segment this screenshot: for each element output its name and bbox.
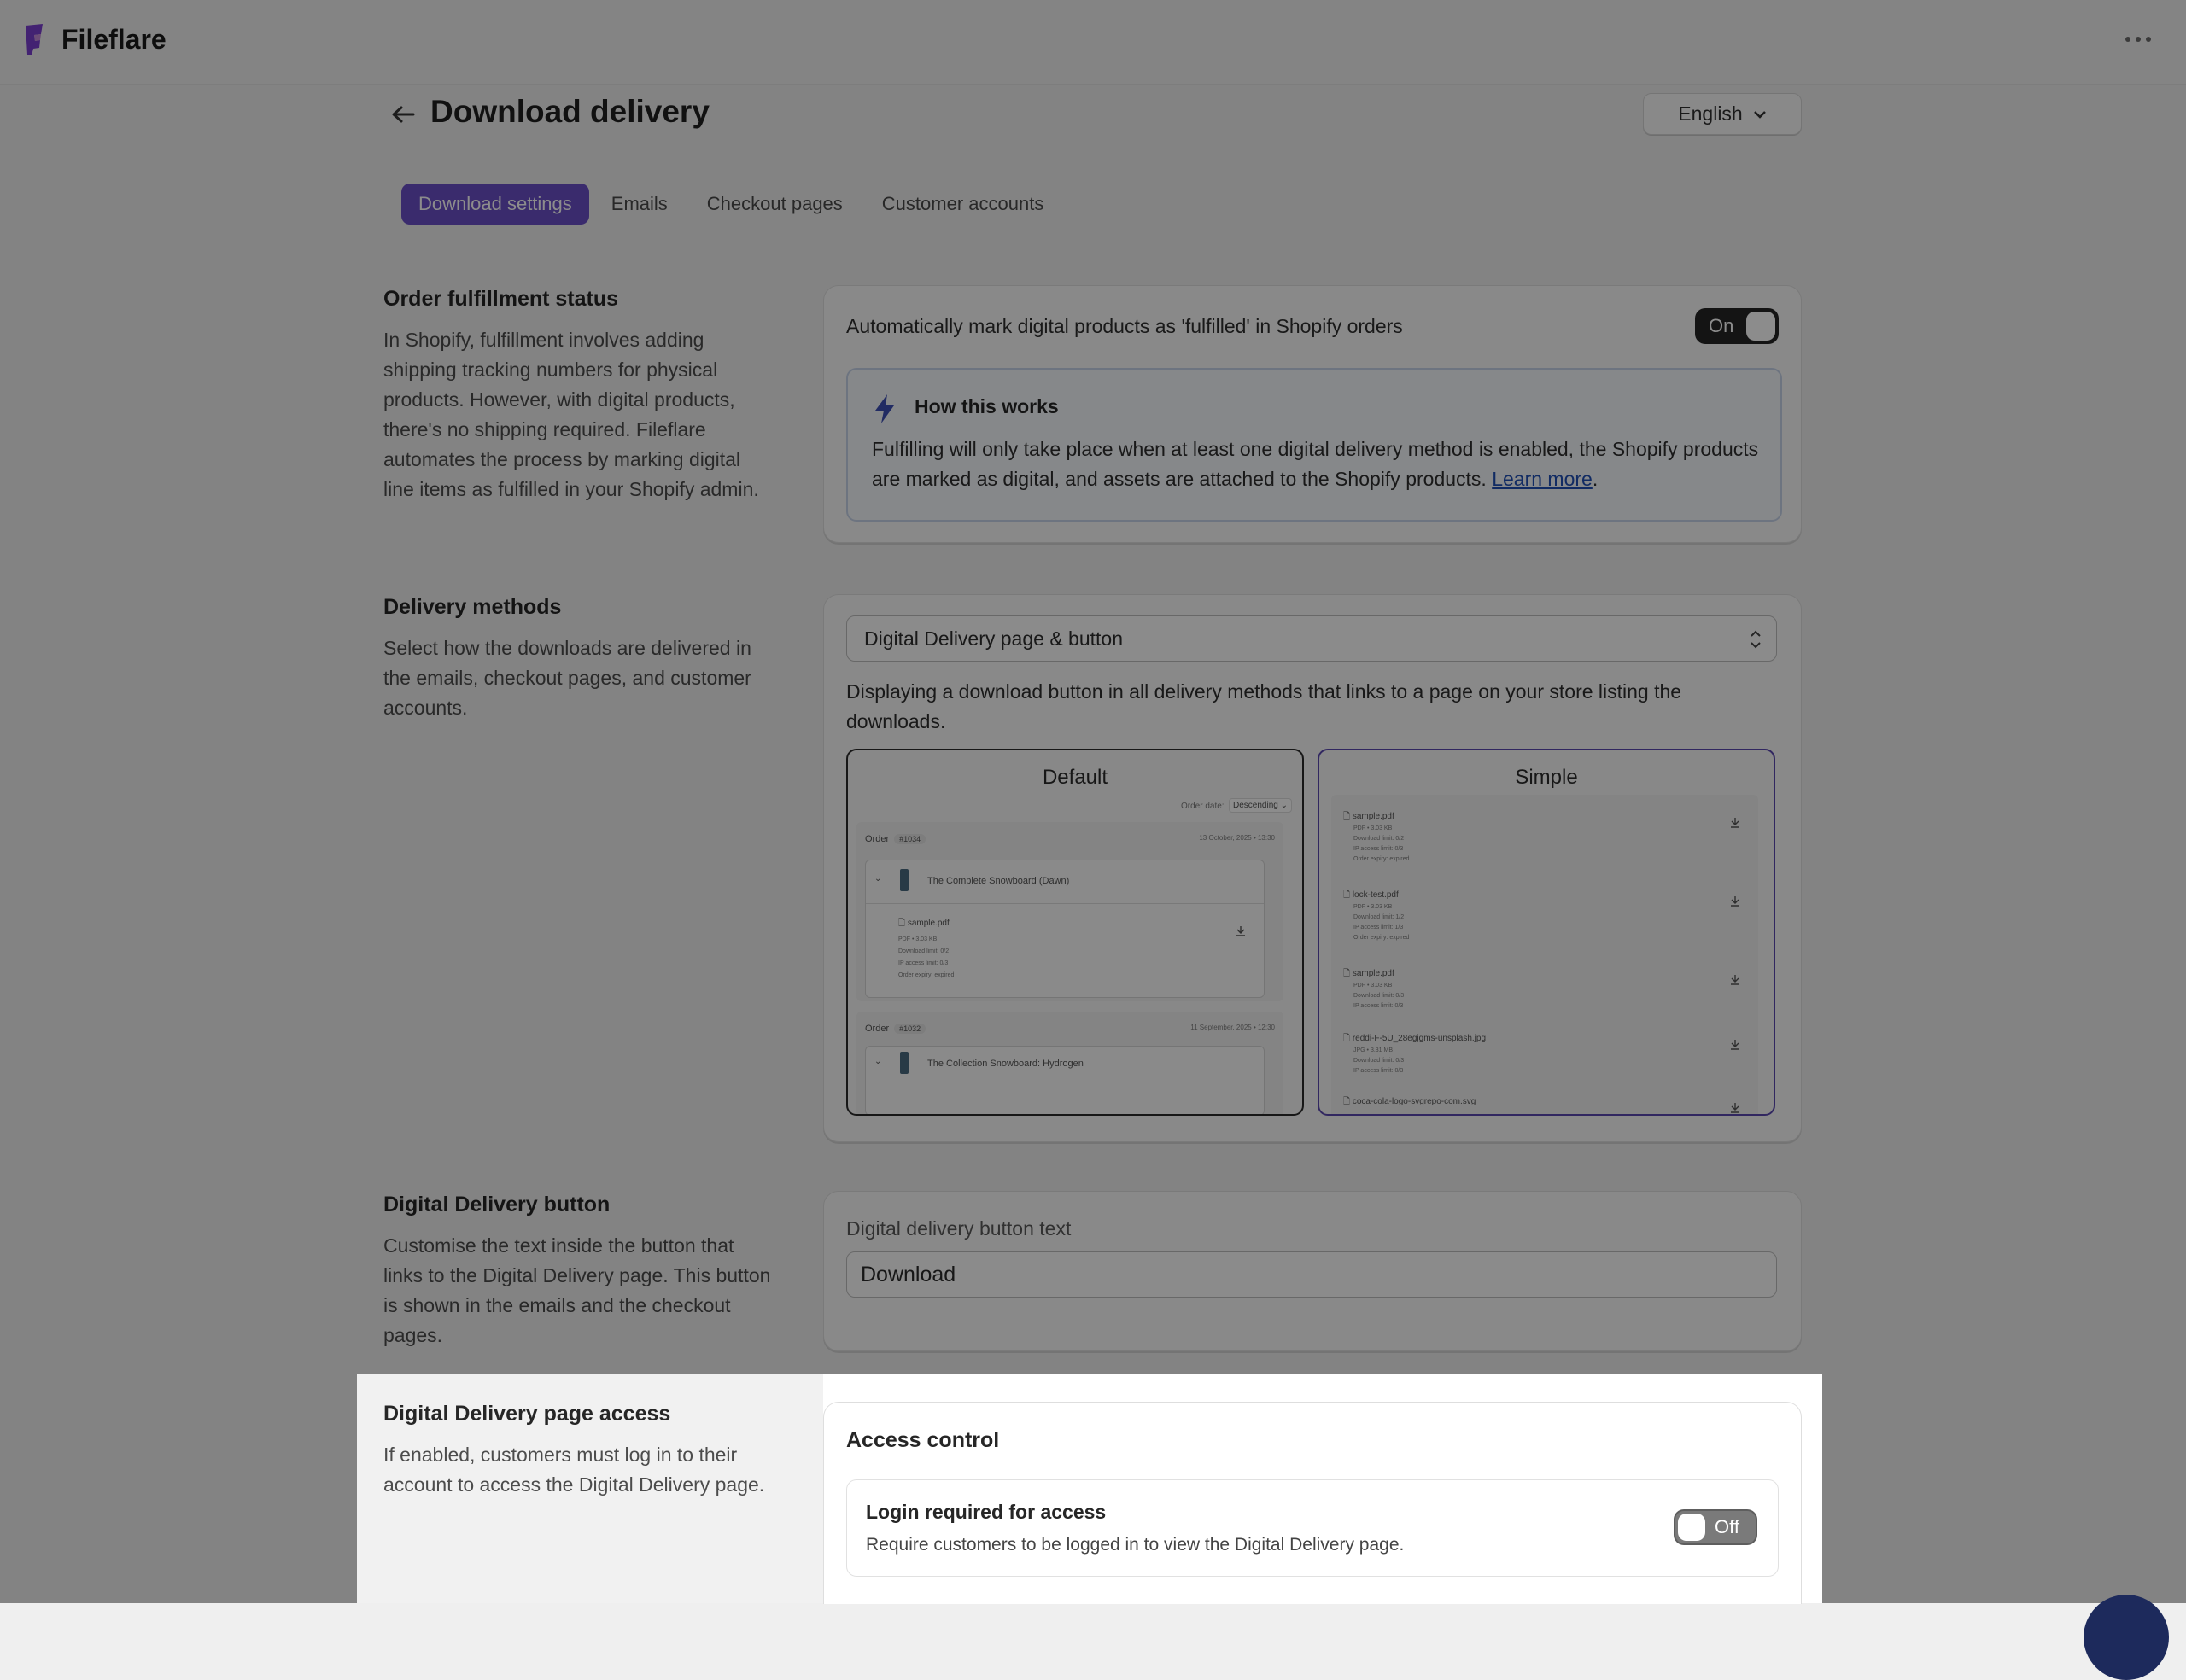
auto-fulfill-label: Automatically mark digital products as '…	[846, 315, 1403, 337]
download-icon	[1731, 1103, 1739, 1113]
download-icon	[1731, 818, 1739, 828]
order-date: 11 September, 2025 • 12:30	[1190, 1024, 1275, 1031]
product-block: ⌄ The Collection Snowboard: Hydrogen	[865, 1046, 1265, 1114]
simple-file-list: 🗋 sample.pdf PDF • 3.03 KB Download limit…	[1331, 795, 1758, 1114]
product-block: ⌄ The Complete Snowboard (Dawn) 🗋 sample…	[865, 860, 1265, 998]
selected-method: Digital Delivery page & button	[864, 627, 1123, 650]
tab-customer-accounts[interactable]: Customer accounts	[865, 184, 1061, 225]
toggle-state-label: On	[1709, 315, 1734, 336]
info-body: Fulfilling will only take place when at …	[872, 438, 1759, 490]
delivery-methods-card: Digital Delivery page & button Displayin…	[823, 594, 1802, 1142]
select-arrows-icon	[1751, 630, 1761, 649]
order-date-label: Order date:	[1181, 802, 1225, 811]
delivery-section-title: Delivery methods	[383, 595, 562, 619]
more-actions-icon[interactable]	[2121, 27, 2155, 51]
toggle-state-label: Off	[1715, 1516, 1739, 1537]
highlighted-section: Digital Delivery page access If enabled,…	[357, 1374, 1822, 1604]
tab-emails[interactable]: Emails	[594, 184, 685, 225]
login-required-title: Login required for access	[866, 1501, 1107, 1523]
file-name: 🗋 sample.pdf	[1343, 812, 1394, 821]
access-card-title: Access control	[846, 1428, 1000, 1452]
auto-fulfill-toggle[interactable]: On	[1695, 308, 1779, 344]
button-text-input[interactable]	[846, 1251, 1777, 1298]
preview-simple-label: Simple	[1515, 766, 1578, 789]
app-logo[interactable]: Fileflare	[24, 22, 167, 56]
file-meta: PDF • 3.03 KB Download limit: 1/2 IP acces…	[1353, 904, 1410, 941]
order-block: Order #1032 11 September, 2025 • 12:30 ⌄ …	[856, 1012, 1283, 1114]
file-name: 🗋 coca-cola-logo-svgrepo-com.svg	[1343, 1097, 1476, 1106]
order-label: Order #1034	[865, 834, 926, 844]
login-required-toggle[interactable]: Off	[1674, 1509, 1757, 1545]
order-date: 13 October, 2025 • 13:30	[1199, 834, 1275, 842]
access-section-title: Digital Delivery page access	[383, 1402, 671, 1426]
language-label: English	[1678, 102, 1743, 125]
download-icon	[1731, 1040, 1739, 1050]
login-required-description: Require customers to be logged in to vie…	[866, 1535, 1405, 1555]
file-meta: PDF • 3.03 KB Download limit: 0/2 IP acc…	[898, 936, 955, 978]
fulfillment-section-title: Order fulfillment status	[383, 287, 619, 311]
chevron-down-icon	[1753, 110, 1766, 119]
download-icon	[1731, 975, 1739, 985]
file-name: 🗋 lock-test.pdf	[1343, 890, 1399, 900]
delivery-section-description: Select how the downloads are delivered i…	[383, 637, 751, 719]
method-description: Displaying a download button in all deli…	[846, 680, 1682, 732]
app-name: Fileflare	[61, 23, 167, 55]
product-thumbnail	[900, 869, 909, 891]
button-text-card: Digital delivery button text	[823, 1191, 1802, 1351]
tab-checkout-pages[interactable]: Checkout pages	[690, 184, 860, 225]
file-name: 🗋 sample.pdf	[1343, 969, 1394, 978]
product-thumbnail	[900, 1052, 909, 1074]
download-icon	[1731, 896, 1739, 907]
sort-select: Descending ⌄	[1229, 798, 1292, 813]
preview-default-label: Default	[1042, 766, 1108, 789]
lightning-icon	[875, 394, 894, 423]
order-label: Order #1032	[865, 1024, 926, 1034]
file-name: 🗋 sample.pdf	[898, 919, 950, 928]
button-text-label: Digital delivery button text	[846, 1217, 1072, 1240]
chat-launcher-button[interactable]	[2084, 1595, 2169, 1680]
settings-tabs: Download settings Emails Checkout pages …	[401, 184, 1061, 225]
tab-download-settings[interactable]: Download settings	[401, 184, 589, 225]
product-name: The Collection Snowboard: Hydrogen	[927, 1059, 1084, 1069]
file-name: 🗋 reddi-F-5U_28egjgms-unsplash.jpg	[1343, 1034, 1487, 1043]
button-section-title: Digital Delivery button	[383, 1193, 611, 1216]
fulfillment-card: Automatically mark digital products as '…	[823, 285, 1802, 543]
file-meta: JPG • 3.31 MB Download limit: 0/3 IP acces…	[1353, 1047, 1405, 1074]
login-required-row: Login required for access Require custom…	[846, 1479, 1779, 1577]
back-arrow-icon[interactable]	[384, 96, 422, 133]
button-section-description: Customise the text inside the button tha…	[383, 1234, 771, 1346]
delivery-method-select[interactable]: Digital Delivery page & button	[846, 615, 1777, 662]
download-icon	[1236, 926, 1245, 936]
info-title: How this works	[915, 395, 1059, 417]
fileflare-logo-icon	[26, 24, 43, 55]
preview-simple-option[interactable]: Simple 🗋 sample.pdf PDF • 3.03 KB Downloa…	[1318, 749, 1775, 1116]
how-this-works-box: How this works Fulfilling will only take…	[846, 368, 1782, 522]
product-name: The Complete Snowboard (Dawn)	[927, 876, 1070, 886]
preview-default-option[interactable]: Default Order date: Descending ⌄ Order #1…	[846, 749, 1304, 1116]
access-section-description: If enabled, customers must log in to the…	[383, 1444, 765, 1496]
file-meta: PDF • 3.03 KB Download limit: 0/3 IP acces…	[1353, 983, 1405, 1009]
page-title: Download delivery	[430, 94, 710, 129]
language-selector[interactable]: English	[1643, 93, 1802, 135]
top-bar: Fileflare	[0, 0, 2186, 85]
file-meta: PDF • 3.03 KB Download limit: 0/2 IP acces…	[1353, 825, 1410, 862]
access-control-card: Access control Login required for access…	[823, 1402, 1802, 1604]
order-block: Order #1034 13 October, 2025 • 13:30 ⌄ Th…	[856, 822, 1283, 1001]
learn-more-link[interactable]: Learn more	[1492, 468, 1593, 490]
fulfillment-section-description: In Shopify, fulfillment involves adding …	[383, 329, 759, 500]
